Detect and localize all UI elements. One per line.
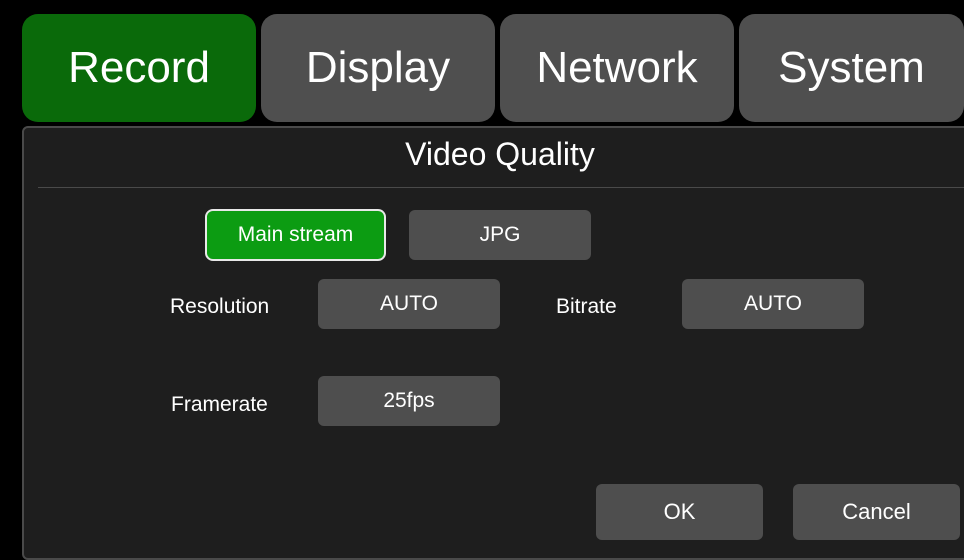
framerate-select[interactable]: 25fps — [318, 376, 500, 426]
bitrate-select[interactable]: AUTO — [682, 279, 864, 329]
tab-network[interactable]: Network — [500, 14, 734, 122]
bitrate-label: Bitrate — [556, 295, 617, 318]
ok-button[interactable]: OK — [596, 484, 763, 540]
panel-title: Video Quality — [405, 136, 595, 172]
resolution-label: Resolution — [170, 295, 270, 318]
resolution-select[interactable]: AUTO — [318, 279, 500, 329]
jpg-button[interactable]: JPG — [409, 210, 591, 260]
main-stream-button[interactable]: Main stream — [205, 209, 386, 261]
tab-display[interactable]: Display — [261, 14, 495, 122]
tab-record[interactable]: Record — [22, 14, 256, 122]
tab-system[interactable]: System — [739, 14, 964, 122]
framerate-label: Framerate — [171, 393, 268, 416]
cancel-button[interactable]: Cancel — [793, 484, 960, 540]
title-divider — [38, 187, 964, 188]
